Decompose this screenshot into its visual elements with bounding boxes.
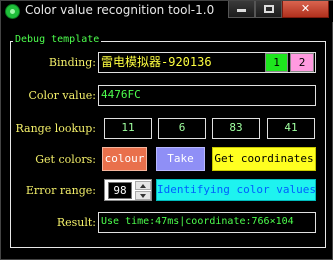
- group-legend: Debug template: [13, 34, 102, 46]
- chip-1-button[interactable]: 1: [265, 53, 288, 72]
- error-range-input[interactable]: 98: [108, 182, 132, 199]
- window-title: Color value recognition tool-1.0: [25, 3, 215, 17]
- error-range-label: Error range:: [25, 184, 96, 197]
- error-range-spinner[interactable]: 98: [104, 179, 152, 201]
- get-coordinates-button[interactable]: Get coordinates: [212, 147, 316, 171]
- range-lookup-y1-field[interactable]: 6: [158, 118, 206, 139]
- color-value-label: Color value:: [28, 89, 96, 102]
- range-lookup-x1-field[interactable]: 11: [104, 118, 152, 139]
- app-window: Color value recognition tool-1.0 ✕ Debug…: [0, 0, 333, 260]
- spinner-buttons: [135, 181, 151, 200]
- result-label: Result:: [56, 216, 96, 229]
- range-lookup-y2-field[interactable]: 41: [267, 118, 315, 139]
- color-value-field[interactable]: 4476FC: [98, 85, 316, 106]
- identify-color-values-button[interactable]: Identifying color values: [156, 179, 316, 201]
- close-button[interactable]: ✕: [282, 1, 329, 18]
- title-bar[interactable]: Color value recognition tool-1.0 ✕: [1, 1, 333, 22]
- result-field: Use time:47ms|coordinate:766×104: [98, 212, 316, 233]
- maximize-button[interactable]: [255, 1, 282, 18]
- chip-2-button[interactable]: 2: [290, 53, 314, 72]
- binding-label: Binding:: [48, 56, 96, 69]
- get-colors-label: Get colors:: [35, 153, 96, 166]
- range-lookup-label: Range lookup:: [15, 122, 97, 135]
- close-icon: ✕: [300, 2, 311, 15]
- take-button[interactable]: Take: [156, 147, 205, 171]
- range-lookup-x2-field[interactable]: 83: [212, 118, 260, 139]
- maximize-icon: [263, 5, 274, 13]
- spinner-down-arrow-icon[interactable]: [135, 191, 151, 200]
- minimize-icon: [237, 8, 246, 12]
- minimize-button[interactable]: [228, 1, 255, 18]
- spinner-up-arrow-icon[interactable]: [135, 181, 151, 190]
- colour-button[interactable]: colour: [102, 147, 147, 171]
- app-logo-icon: [5, 4, 20, 19]
